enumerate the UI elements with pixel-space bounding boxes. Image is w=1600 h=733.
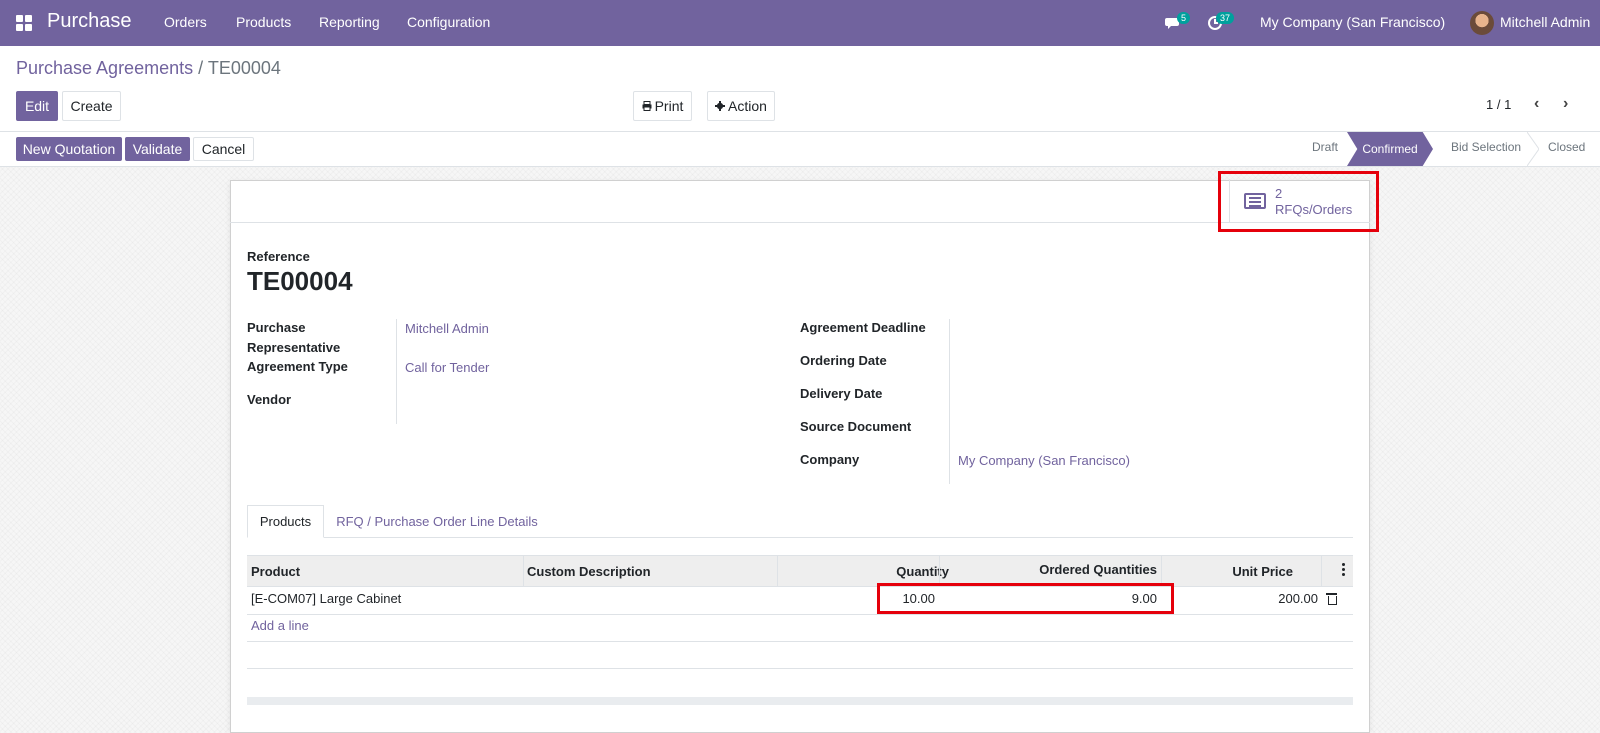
right-group-divider [949, 319, 950, 484]
messages-badge: 5 [1177, 12, 1191, 24]
row-product[interactable]: [E-COM07] Large Cabinet [251, 591, 401, 606]
col-separator [1161, 556, 1162, 586]
action-button[interactable]: Action [707, 91, 775, 121]
apps-menu-icon[interactable] [16, 15, 32, 31]
col-product[interactable]: Product [251, 564, 300, 579]
col-separator [1321, 556, 1322, 586]
pager-previous-icon[interactable]: ‹ [1534, 95, 1539, 113]
validate-button[interactable]: Validate [125, 137, 190, 161]
agreement-deadline-label: Agreement Deadline [800, 320, 926, 335]
menu-configuration[interactable]: Configuration [407, 14, 490, 30]
purchase-rep-field[interactable]: Mitchell Admin [405, 321, 489, 336]
menu-reporting[interactable]: Reporting [319, 14, 380, 30]
menu-products[interactable]: Products [236, 14, 291, 30]
activities-badge: 37 [1216, 12, 1235, 24]
row-unit-price[interactable]: 200.00 [1200, 591, 1318, 606]
print-label: Print [654, 98, 684, 114]
col-ordered-quantities[interactable]: Ordered Quantities [947, 562, 1157, 577]
table-header: Product Custom Description Quantity Orde… [247, 555, 1353, 587]
col-unit-price[interactable]: Unit Price [1167, 564, 1293, 579]
stage-confirmed[interactable]: Confirmed [1347, 132, 1433, 166]
user-avatar[interactable] [1470, 11, 1494, 35]
stage-divider [1527, 132, 1539, 166]
purchase-rep-label-line2: Representative [247, 340, 341, 355]
reference-value: TE00004 [247, 266, 353, 296]
reference-label: Reference [247, 249, 310, 264]
top-navbar: Purchase Orders Products Reporting Confi… [0, 0, 1600, 46]
col-quantity[interactable]: Quantity [867, 564, 949, 579]
stage-bid-selection[interactable]: Bid Selection [1451, 140, 1521, 154]
company-field[interactable]: My Company (San Francisco) [958, 453, 1130, 468]
tab-products[interactable]: Products [247, 505, 324, 538]
row-divider [247, 668, 1353, 669]
col-separator [939, 556, 940, 586]
stage-closed[interactable]: Closed [1548, 140, 1585, 154]
breadcrumb-separator: / [198, 58, 204, 78]
purchase-rep-label-line1: Purchase [247, 320, 306, 335]
delete-row-icon[interactable] [1326, 593, 1337, 605]
agreement-type-label: Agreement Type [247, 359, 348, 374]
company-switcher[interactable]: My Company (San Francisco) [1260, 14, 1445, 30]
print-button[interactable]: Print [633, 91, 692, 121]
breadcrumb-current: TE00004 [207, 58, 281, 78]
col-separator [777, 556, 778, 586]
print-icon [642, 101, 652, 111]
col-separator [523, 556, 524, 586]
pager-next-icon[interactable]: › [1563, 95, 1568, 113]
tab-rfq-line-details[interactable]: RFQ / Purchase Order Line Details [329, 505, 545, 538]
company-label: Company [800, 452, 860, 467]
menu-orders[interactable]: Orders [164, 14, 207, 30]
highlight-smart-button [1218, 171, 1379, 232]
stage-draft[interactable]: Draft [1312, 140, 1338, 154]
edit-button[interactable]: Edit [16, 91, 58, 121]
new-quotation-button[interactable]: New Quotation [16, 137, 122, 161]
pager-value[interactable]: 1 / 1 [1486, 97, 1511, 112]
cancel-button[interactable]: Cancel [193, 137, 254, 161]
breadcrumb: Purchase Agreements / TE00004 [16, 58, 281, 79]
table-footer [247, 697, 1353, 705]
vendor-label: Vendor [247, 392, 292, 407]
add-line-link[interactable]: Add a line [251, 618, 309, 633]
row-divider [247, 614, 1353, 615]
source-document-label: Source Document [800, 419, 912, 434]
action-label: Action [728, 98, 767, 114]
optional-columns-icon[interactable] [1342, 563, 1345, 576]
ordering-date-label: Ordering Date [800, 353, 887, 368]
delivery-date-label: Delivery Date [800, 386, 883, 401]
create-button[interactable]: Create [62, 91, 121, 121]
gear-icon [715, 101, 726, 111]
user-menu[interactable]: Mitchell Admin [1500, 14, 1590, 30]
highlight-quantities [877, 583, 1174, 614]
row-divider [247, 641, 1353, 642]
left-group-divider [396, 319, 397, 424]
app-name[interactable]: Purchase [47, 10, 132, 33]
breadcrumb-parent[interactable]: Purchase Agreements [16, 58, 193, 78]
button-box-divider [230, 222, 1370, 223]
agreement-type-field[interactable]: Call for Tender [405, 360, 489, 375]
col-custom-description[interactable]: Custom Description [527, 564, 651, 579]
